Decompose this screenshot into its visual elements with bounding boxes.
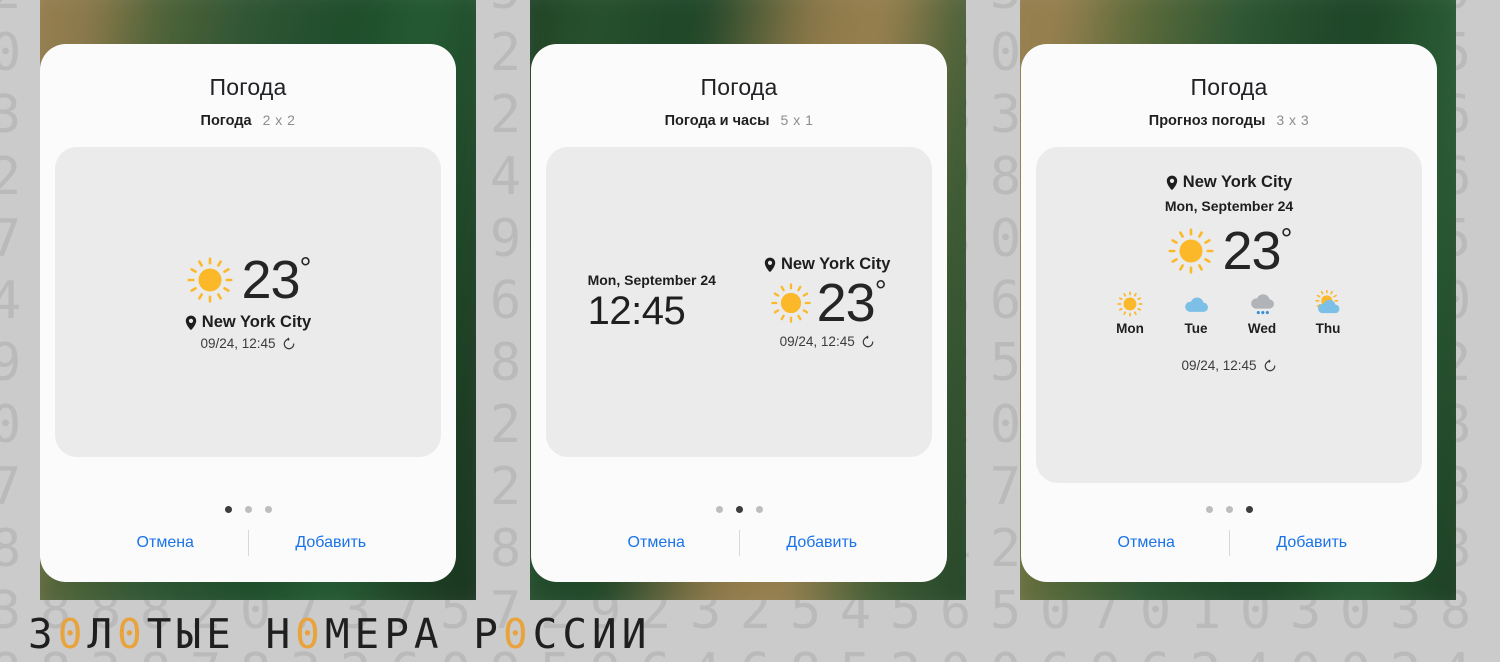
pager-dot[interactable] [1205, 506, 1213, 513]
page-title: Погода [209, 74, 287, 100]
cancel-button[interactable]: Отмена [1064, 534, 1229, 552]
widget-size: 2 x 2 [262, 112, 296, 128]
pager-dot[interactable] [735, 506, 743, 513]
watermark-text: З0Л0ТЫЕ Н0МЕРА Р0ССИИ [28, 610, 652, 658]
sun-icon [185, 255, 235, 305]
pager-dots[interactable] [224, 506, 272, 513]
widget-picker-card-2[interactable]: Погода Погода и часы 5 x 1 Mon, Septembe… [531, 44, 947, 582]
city-name: New York City [201, 313, 312, 331]
timestamp-row: 09/24, 12:45 [200, 336, 295, 351]
temperature-row: 23° [769, 273, 887, 333]
temperature-value: 23° [1222, 221, 1292, 281]
clock-weather-split: Mon, September 24 12:45 New York City 23… [546, 255, 932, 349]
forecast-day-item: Mon [1105, 290, 1155, 336]
refresh-icon[interactable] [282, 336, 296, 351]
pager-dot[interactable] [715, 506, 723, 513]
widget-preview-2[interactable]: Mon, September 24 12:45 New York City 23… [546, 147, 932, 457]
card-actions: Отмена Добавить [83, 530, 413, 556]
date-label: Mon, September 24 [587, 272, 716, 288]
forecast-day-label: Mon [1116, 321, 1144, 336]
cancel-button[interactable]: Отмена [574, 534, 739, 552]
clock-column: Mon, September 24 12:45 [588, 272, 716, 332]
widget-size: 3 x 3 [1276, 112, 1310, 128]
temperature-value: 23° [241, 250, 311, 310]
city-row: New York City [185, 313, 311, 332]
timestamp-row: 09/24, 12:45 [1181, 358, 1276, 373]
pager-dot[interactable] [1245, 506, 1253, 513]
widget-name: Погода и часы [664, 113, 770, 129]
cancel-button[interactable]: Отмена [83, 534, 248, 552]
forecast-day-item: Wed [1237, 290, 1287, 336]
page-title: Погода [1190, 74, 1268, 100]
date-label: Mon, September 24 [1164, 198, 1294, 214]
widget-name: Погода [200, 113, 252, 129]
pager-dots[interactable] [1205, 506, 1253, 513]
add-button[interactable]: Добавить [1230, 534, 1395, 552]
widget-size: 5 x 1 [780, 112, 814, 128]
rain-cloud-icon [1248, 290, 1276, 318]
temperature-value: 23° [816, 273, 887, 333]
widget-meta: Погода и часы 5 x 1 [665, 112, 814, 129]
widget-picker-card-3[interactable]: Погода Прогноз погоды 3 x 3 New York Cit… [1021, 44, 1437, 582]
pager-dot[interactable] [1225, 506, 1233, 513]
pager-dot[interactable] [755, 506, 763, 513]
pager-dot[interactable] [224, 506, 232, 513]
page-title: Погода [700, 74, 778, 100]
pager-dot[interactable] [264, 506, 272, 513]
location-pin-icon [764, 257, 776, 273]
sun-icon [1166, 226, 1216, 276]
add-button[interactable]: Добавить [249, 534, 414, 552]
temperature-row: 23° [185, 250, 312, 310]
forecast-day-label: Thu [1315, 321, 1341, 336]
forecast-day-label: Wed [1247, 321, 1277, 336]
city-row: New York City [1166, 173, 1292, 192]
widget-meta: Погода 2 x 2 [201, 112, 296, 129]
location-pin-icon [185, 315, 197, 331]
refresh-icon[interactable] [861, 334, 875, 349]
widget-picker-card-1[interactable]: Погода Погода 2 x 2 23° New York City 09… [40, 44, 456, 582]
sun-icon [769, 281, 813, 325]
pager-dot[interactable] [244, 506, 252, 513]
refresh-icon[interactable] [1263, 358, 1277, 373]
sun-behind-cloud-icon [1313, 290, 1343, 318]
location-pin-icon [1166, 175, 1178, 191]
city-name: New York City [1182, 173, 1293, 191]
add-button[interactable]: Добавить [740, 534, 905, 552]
clock-time: 12:45 [587, 289, 686, 333]
timestamp: 09/24, 12:45 [779, 334, 855, 349]
forecast-day-item: Tue [1171, 290, 1221, 336]
widget-preview-3[interactable]: New York City Mon, September 24 23° Mon … [1036, 147, 1422, 483]
pager-dots[interactable] [715, 506, 763, 513]
city-row: New York City [764, 255, 890, 274]
widget-preview-1[interactable]: 23° New York City 09/24, 12:45 [55, 147, 441, 457]
city-name: New York City [780, 255, 891, 273]
forecast-strip: Mon Tue Wed Thu [1105, 290, 1353, 336]
weather-column: New York City 23° 09/24, 12:45 [764, 255, 890, 349]
timestamp: 09/24, 12:45 [1181, 358, 1257, 373]
card-actions: Отмена Добавить [574, 530, 904, 556]
sun-icon [1116, 290, 1144, 318]
forecast-day-item: Thu [1303, 290, 1353, 336]
timestamp-row: 09/24, 12:45 [780, 334, 875, 349]
cloud-icon [1182, 290, 1210, 318]
widget-name: Прогноз погоды [1148, 113, 1266, 129]
card-actions: Отмена Добавить [1064, 530, 1394, 556]
temperature-row: 23° [1166, 221, 1293, 281]
widget-meta: Прогноз погоды 3 x 3 [1149, 112, 1309, 129]
forecast-day-label: Tue [1184, 321, 1208, 336]
timestamp: 09/24, 12:45 [200, 336, 276, 351]
